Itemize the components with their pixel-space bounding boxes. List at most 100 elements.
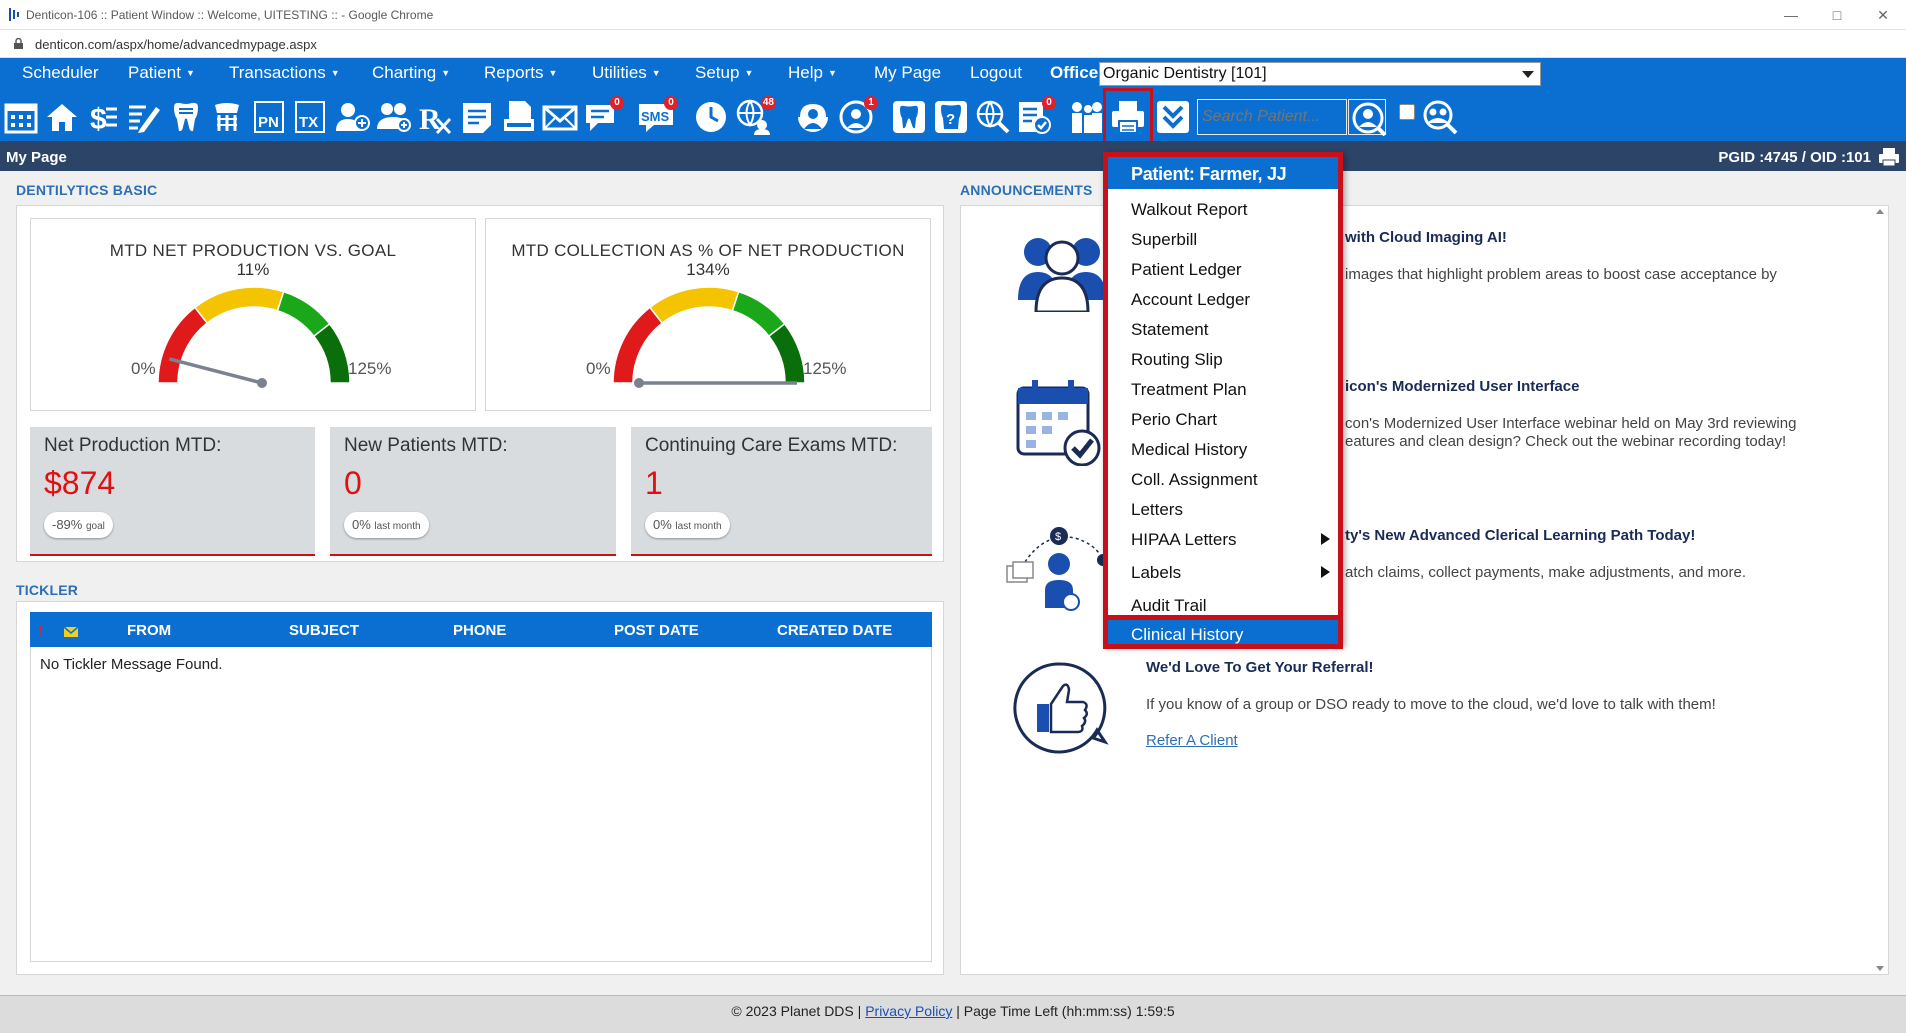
menu-charting[interactable]: Charting ▼ [372,58,450,93]
progress-notes-icon[interactable]: PN [251,99,287,135]
menu-utilities[interactable]: Utilities ▼ [592,58,661,93]
family-group-icon[interactable] [1068,99,1104,135]
print-dropdown-menu: Patient: Farmer, JJ Walkout Report Super… [1103,152,1343,646]
office-select[interactable]: Organic Dentistry [101] [1099,62,1541,86]
refer-a-client-link[interactable]: Refer A Client [1146,732,1238,749]
svg-text:SMS: SMS [641,109,670,124]
submenu-arrow-icon [1321,566,1330,578]
perio-tooth-icon[interactable] [891,99,927,135]
icon-toolbar: $ PN TX R 0 SMS 0 48 1 ? 0 [0,93,1906,141]
kpi-label: New Patients MTD: [344,435,508,456]
announcements-scrollbar[interactable] [1873,205,1887,975]
menu-reports[interactable]: Reports ▼ [484,58,557,93]
referrals-badge: 48 [760,96,776,110]
privacy-policy-link[interactable]: Privacy Policy [865,1003,952,1019]
support-headset-icon[interactable] [795,99,831,135]
print-page-icon[interactable] [1878,147,1900,167]
menu-item-hipaa-letters[interactable]: HIPAA Letters [1131,530,1237,550]
toolbar-checkbox[interactable] [1399,104,1415,120]
window-title: Denticon-106 :: Patient Window :: Welcom… [26,8,434,22]
kpi-value: 0 [344,465,362,501]
alert-user-icon[interactable]: 1 [838,96,878,135]
close-icon[interactable]: ✕ [1860,0,1906,30]
patient-group-search-icon[interactable] [1422,99,1458,135]
menu-logout[interactable]: Logout [970,58,1022,93]
notes-icon[interactable] [459,99,495,135]
col-phone[interactable]: PHONE [453,622,506,639]
kpi-pill-value: 0% [653,517,672,532]
menu-help[interactable]: Help ▼ [788,58,837,93]
menu-item-clinical-history[interactable]: Clinical History [1103,615,1343,649]
menu-item-medical-history[interactable]: Medical History [1131,440,1247,460]
menu-setup[interactable]: Setup ▼ [695,58,753,93]
referral-globe-icon[interactable]: 48 [736,96,776,135]
maximize-icon[interactable]: □ [1814,0,1860,30]
menu-item-superbill[interactable]: Superbill [1131,230,1197,250]
menu-patient[interactable]: Patient ▼ [128,58,195,93]
tooth-chart-icon[interactable] [168,99,204,135]
menu-item-letters[interactable]: Letters [1131,500,1183,520]
search-patient-button[interactable] [1348,99,1387,137]
prescription-rx-icon[interactable]: R [417,99,453,136]
app-logo-icon [9,8,19,21]
col-subject[interactable]: SUBJECT [289,622,359,639]
clock-icon[interactable] [693,99,729,135]
address-bar[interactable]: denticon.com/aspx/home/advancedmypage.as… [0,30,1906,58]
menu-item-walkout-report[interactable]: Walkout Report [1131,200,1248,220]
gauge-needle-pivot [634,378,644,388]
menu-transactions[interactable]: Transactions ▼ [229,58,340,93]
forms-checklist-icon[interactable]: 0 [1016,96,1056,135]
web-search-icon[interactable] [975,99,1011,135]
col-created-date[interactable]: CREATED DATE [777,622,892,639]
menu-transactions-label: Transactions [229,63,326,82]
help-question-icon[interactable]: ? [933,99,969,135]
menu-item-coll-assignment[interactable]: Coll. Assignment [1131,470,1258,490]
menu-item-perio-chart[interactable]: Perio Chart [1131,410,1217,430]
calendar-icon[interactable] [3,99,39,135]
menu-item-audit-trail[interactable]: Audit Trail [1131,596,1207,616]
document-print-icon[interactable] [501,99,537,135]
people-group-icon [1018,238,1106,312]
menu-item-statement[interactable]: Statement [1131,320,1209,340]
menu-item-patient-ledger[interactable]: Patient Ledger [1131,260,1242,280]
billing-dollar-icon[interactable]: $ [84,99,120,136]
menu-item-treatment-plan[interactable]: Treatment Plan [1131,380,1247,400]
menu-mypage[interactable]: My Page [874,58,941,93]
kpi-pill-note: last month [675,521,722,532]
sms-badge: 0 [664,96,678,110]
implant-icon[interactable] [209,99,245,135]
edit-notes-icon[interactable] [126,99,162,135]
kpi-pill-note: goal [85,521,105,532]
gauge-dial [157,286,351,388]
menu-item-account-ledger[interactable]: Account Ledger [1131,290,1250,310]
add-family-icon[interactable] [376,99,412,135]
chat-messages-icon[interactable]: 0 [584,96,624,135]
url-text[interactable]: denticon.com/aspx/home/advancedmypage.as… [35,37,317,52]
gauge-max-label: 125% [348,359,392,378]
learning-path-icon: $ [1006,527,1109,611]
menu-scheduler[interactable]: Scheduler [22,58,99,93]
announcement-2-text-2: eatures and clean design? Check out the … [1345,433,1787,450]
chevron-double-down-icon[interactable] [1155,99,1191,135]
kpi-net-production: Net Production MTD: $874 -89% goal [30,427,315,556]
home-icon[interactable] [44,99,80,135]
menu-item-labels[interactable]: Labels [1131,563,1181,583]
search-patient-input[interactable] [1197,99,1347,135]
menu-item-routing-slip[interactable]: Routing Slip [1131,350,1223,370]
sms-icon[interactable]: SMS 0 [638,96,678,135]
scroll-up-icon[interactable] [1876,209,1884,214]
col-from[interactable]: FROM [127,622,171,639]
announcement-3-text: atch claims, collect payments, make adju… [1345,564,1747,581]
kpi-pill-value: 0% [352,517,371,532]
add-patient-icon[interactable] [334,99,370,135]
kpi-value: $874 [44,465,116,501]
email-icon[interactable] [542,99,578,135]
kpi-comparison-pill: -89% goal [44,512,113,538]
kpi-label: Net Production MTD: [44,435,222,456]
announcement-1-title: with Cloud Imaging AI! [1345,229,1507,246]
svg-text:TX: TX [299,114,318,131]
col-post-date[interactable]: POST DATE [614,622,699,639]
minimize-icon[interactable]: — [1768,0,1814,30]
treatment-plan-icon[interactable]: TX [292,99,328,135]
scroll-down-icon[interactable] [1876,966,1884,971]
